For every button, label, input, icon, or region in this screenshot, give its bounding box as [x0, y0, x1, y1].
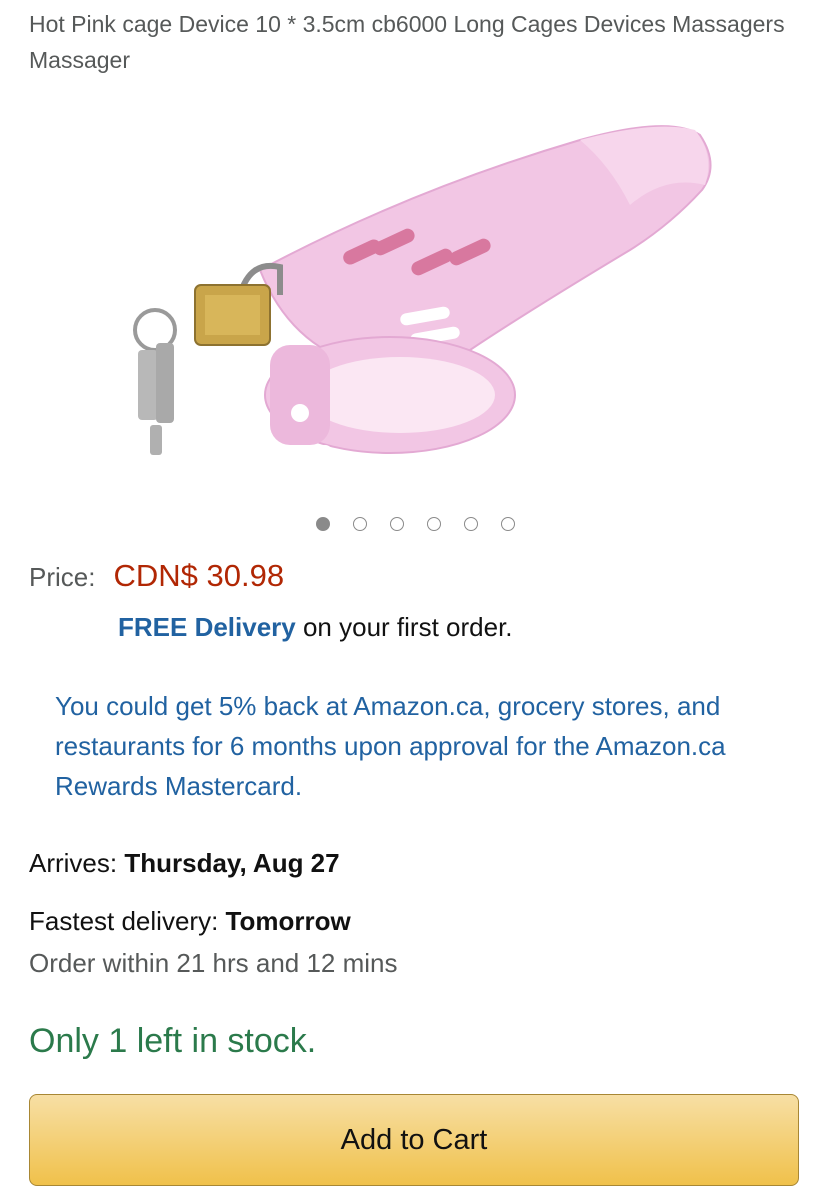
stock-status: Only 1 left in stock.	[29, 1022, 317, 1060]
add-to-cart-button[interactable]: Add to Cart	[29, 1094, 799, 1186]
rewards-promo-link[interactable]: You could get 5% back at Amazon.ca, groc…	[55, 686, 795, 806]
arrives-date: Thursday, Aug 27	[124, 848, 340, 878]
carousel-dot-1[interactable]	[316, 517, 330, 531]
fastest-value: Tomorrow	[225, 906, 351, 936]
cage-body	[258, 125, 712, 369]
arrives-label: Arrives:	[29, 848, 125, 878]
order-within-countdown: Order within 21 hrs and 12 mins	[29, 948, 398, 978]
keys	[133, 308, 177, 455]
carousel-dot-6[interactable]	[501, 517, 515, 531]
image-carousel-dots	[0, 517, 828, 539]
carousel-dot-3[interactable]	[390, 517, 404, 531]
free-delivery-link[interactable]: FREE Delivery	[118, 612, 296, 642]
carousel-dot-5[interactable]	[464, 517, 478, 531]
carousel-dot-2[interactable]	[353, 517, 367, 531]
free-delivery-line: FREE Delivery on your first order.	[118, 612, 513, 643]
arrival-info: Arrives: Thursday, Aug 27	[29, 848, 340, 879]
price-label: Price:	[29, 562, 96, 592]
product-image[interactable]	[110, 95, 720, 480]
carousel-dot-4[interactable]	[427, 517, 441, 531]
base-ring	[264, 336, 516, 461]
price-row: Price: CDN$ 30.98	[29, 558, 284, 602]
fastest-label: Fastest delivery:	[29, 906, 226, 936]
price-value: CDN$ 30.98	[113, 558, 285, 593]
fastest-delivery-info: Fastest delivery: Tomorrow	[29, 906, 351, 937]
delivery-suffix: on your first order.	[295, 612, 513, 642]
product-title: Hot Pink cage Device 10 * 3.5cm cb6000 L…	[29, 11, 785, 73]
